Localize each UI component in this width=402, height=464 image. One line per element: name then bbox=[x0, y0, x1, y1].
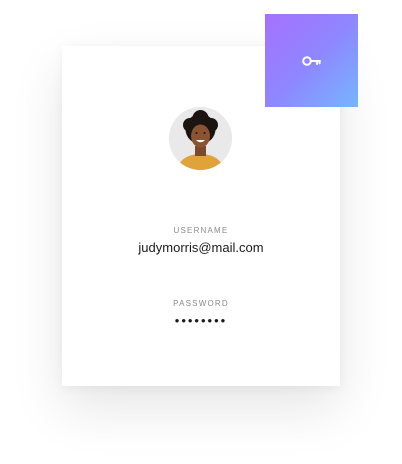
avatar bbox=[169, 107, 232, 170]
password-field[interactable]: •••••••• bbox=[62, 313, 340, 328]
password-label: PASSWORD bbox=[173, 299, 229, 308]
key-icon bbox=[301, 55, 322, 67]
username-field[interactable]: judymorris@mail.com bbox=[62, 240, 340, 255]
username-label: USERNAME bbox=[173, 226, 229, 235]
key-button[interactable] bbox=[265, 14, 358, 107]
login-screen: USERNAME judymorris@mail.com PASSWORD ••… bbox=[0, 0, 402, 464]
